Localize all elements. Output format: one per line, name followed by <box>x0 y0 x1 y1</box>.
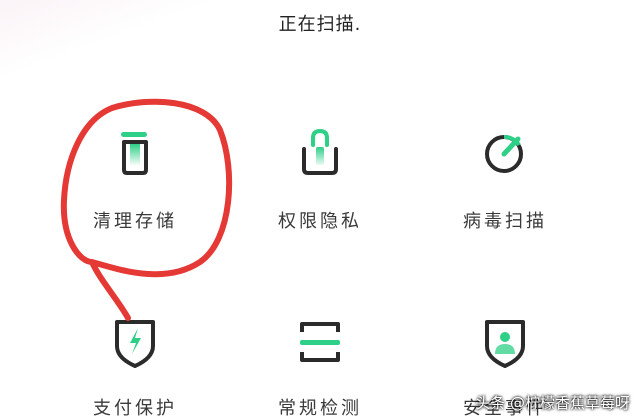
feature-routine-check[interactable]: 常规检测 <box>220 312 420 419</box>
scan-frame-icon <box>300 322 340 362</box>
feature-label: 病毒扫描 <box>463 211 547 232</box>
feature-label: 清理存储 <box>93 211 177 232</box>
shield-user-icon <box>485 320 525 368</box>
feature-label: 常规检测 <box>278 398 362 419</box>
feature-virus-scan[interactable]: 病毒扫描 <box>405 125 605 233</box>
feature-payment-protection[interactable]: 支付保护 <box>35 312 235 419</box>
feature-label: 支付保护 <box>93 398 177 419</box>
feature-clean-storage[interactable]: 清理存储 <box>35 125 235 233</box>
watermark: 头条 @柠檬香蕉草莓呀 <box>475 394 630 412</box>
shield-bolt-icon <box>115 320 155 368</box>
feature-privacy[interactable]: 权限隐私 <box>220 125 420 233</box>
trash-icon <box>121 132 148 175</box>
scan-status: 正在扫描. <box>278 14 362 35</box>
feature-label: 权限隐私 <box>278 211 362 232</box>
scan-icon <box>485 135 523 173</box>
lock-icon <box>302 128 338 175</box>
